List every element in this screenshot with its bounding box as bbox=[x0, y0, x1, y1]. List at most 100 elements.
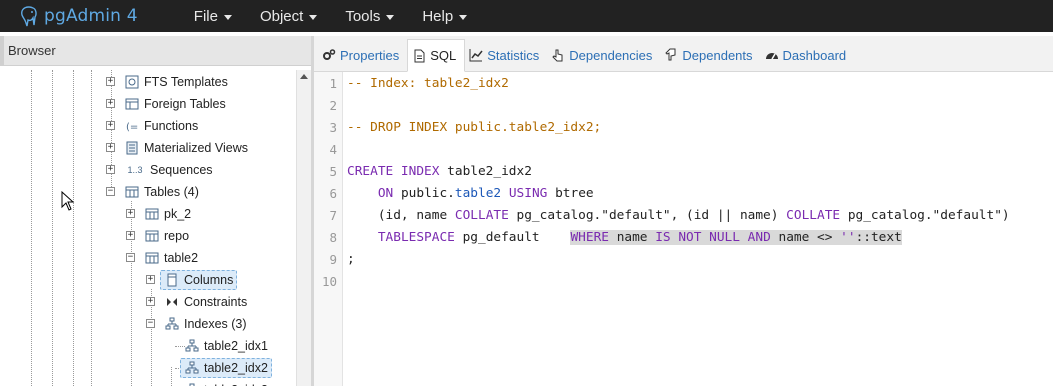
collapse-minus-icon[interactable]: − bbox=[146, 319, 155, 328]
code-line-1: -- Index: table2_idx2 bbox=[347, 74, 509, 94]
tab-dependents[interactable]: Dependents bbox=[660, 39, 760, 71]
tab-label: Dashboard bbox=[782, 47, 847, 63]
sql-text: name <> bbox=[770, 230, 841, 245]
collapse-minus-icon[interactable]: − bbox=[106, 187, 115, 196]
scroll-up-arrow-icon[interactable] bbox=[300, 74, 308, 79]
menu-file[interactable]: File bbox=[182, 0, 248, 32]
sql-keyword: IS NOT NULL AND bbox=[655, 230, 771, 245]
foreign-table-icon bbox=[124, 96, 140, 112]
table-icon bbox=[144, 250, 160, 266]
tree-node-label: Foreign Tables bbox=[144, 97, 226, 111]
object-tree: + FTS Templates + Foreign Tables + (=) F… bbox=[0, 70, 296, 386]
line-number: 5 bbox=[329, 164, 337, 179]
sql-text: public. bbox=[393, 186, 455, 201]
tree-scrollbar[interactable] bbox=[296, 70, 311, 386]
tree-node-columns[interactable]: + Columns bbox=[146, 269, 238, 291]
columns-icon bbox=[164, 272, 180, 288]
tree-node-foreign-tables[interactable]: + Foreign Tables bbox=[106, 93, 226, 115]
tree-node-table2-idx2[interactable]: table2_idx2 bbox=[180, 357, 272, 379]
tree-node-fts-templates[interactable]: + FTS Templates bbox=[106, 71, 228, 93]
expand-plus-icon[interactable]: + bbox=[146, 275, 155, 284]
tree-guide-line bbox=[52, 70, 53, 386]
tree-node-tables[interactable]: − Tables (4) bbox=[106, 181, 199, 203]
index-collection-icon bbox=[164, 316, 180, 332]
tree-node-pk-2[interactable]: + pk_2 bbox=[126, 203, 191, 225]
expand-plus-icon[interactable]: + bbox=[106, 99, 115, 108]
tree-guide-line bbox=[91, 70, 92, 386]
menu-tools-label: Tools bbox=[345, 7, 381, 25]
caret-down-icon bbox=[459, 15, 468, 20]
line-number: 3 bbox=[329, 120, 337, 135]
file-text-icon bbox=[414, 49, 425, 62]
expand-plus-icon[interactable]: + bbox=[126, 209, 135, 218]
brand-name: pgAdmin 4 bbox=[44, 6, 138, 26]
sql-keyword: ON bbox=[377, 186, 394, 201]
mouse-cursor-icon bbox=[61, 191, 75, 211]
expand-plus-icon[interactable]: + bbox=[146, 297, 155, 306]
tab-statistics[interactable]: Statistics bbox=[465, 39, 547, 71]
code-line-3: -- DROP INDEX public.table2_idx2; bbox=[347, 118, 601, 138]
sql-keyword: TABLESPACE bbox=[377, 230, 455, 245]
sql-highlighted-where: WHERE name IS NOT NULL AND name <> ''::t… bbox=[570, 230, 902, 245]
tab-dashboard[interactable]: Dashboard bbox=[761, 39, 855, 71]
line-number: 9 bbox=[329, 252, 337, 267]
gears-icon bbox=[323, 49, 336, 60]
sql-comment: -- Index: table2_idx2 bbox=[347, 76, 509, 91]
line-number: 2 bbox=[329, 98, 337, 113]
menu-help[interactable]: Help bbox=[410, 0, 483, 32]
sql-text: name bbox=[608, 230, 656, 245]
tree-node-label: pk_2 bbox=[164, 207, 192, 221]
tree-node-indexes[interactable]: − Indexes (3) bbox=[146, 313, 247, 335]
expand-plus-icon[interactable]: + bbox=[106, 121, 115, 130]
tab-dependencies[interactable]: Dependencies bbox=[547, 39, 660, 71]
tree-node-label: table2 bbox=[164, 251, 199, 265]
detail-tabs: Properties SQL Statistics Dependencies D… bbox=[314, 36, 1053, 72]
menu-tools[interactable]: Tools bbox=[333, 0, 410, 32]
tree-node-repo[interactable]: + repo bbox=[126, 225, 189, 247]
tree-node-materialized-views[interactable]: + Materialized Views bbox=[106, 137, 248, 159]
sql-text: pg_catalog."default") bbox=[840, 208, 1010, 223]
tree-node-table2[interactable]: − table2 bbox=[126, 247, 198, 269]
tree-node-table2-idx1[interactable]: table2_idx1 bbox=[184, 335, 268, 357]
tree-node-label: repo bbox=[164, 229, 190, 243]
tree-node-sequences[interactable]: + 1..3 Sequences bbox=[106, 159, 213, 181]
menu-file-label: File bbox=[193, 7, 218, 25]
expand-plus-icon[interactable]: + bbox=[106, 77, 115, 86]
sql-keyword: COLLATE bbox=[454, 208, 509, 223]
sql-editor[interactable]: 1 2 3 4 5 6 7 8 9 10 -- Index: table2_id… bbox=[314, 72, 1053, 386]
code-line-8: TABLESPACE pg_default WHERE name IS NOT … bbox=[347, 228, 902, 248]
menu-object[interactable]: Object bbox=[248, 0, 333, 32]
sql-keyword: WHERE bbox=[570, 230, 609, 245]
tab-properties[interactable]: Properties bbox=[318, 39, 407, 71]
browser-panel-header[interactable]: Browser bbox=[0, 36, 311, 66]
sql-text: ; bbox=[347, 252, 355, 267]
tree-node-table2-idx3[interactable]: table2_idx3 bbox=[184, 379, 268, 386]
dashboard-gauge-icon bbox=[765, 53, 778, 60]
code-line-7: (id, name COLLATE pg_catalog."default", … bbox=[347, 206, 1010, 226]
table-icon bbox=[144, 206, 160, 222]
caret-down-icon bbox=[386, 15, 395, 20]
top-navbar: pgAdmin 4 File Object Tools Help bbox=[0, 0, 1053, 32]
sql-text: btree bbox=[547, 186, 594, 201]
index-icon bbox=[184, 338, 200, 354]
code-line-9: ; bbox=[347, 250, 355, 270]
sql-text: pg_default bbox=[454, 230, 571, 245]
tree-node-constraints[interactable]: + Constraints bbox=[146, 291, 247, 313]
tree-node-selected-highlight: table2_idx2 bbox=[180, 358, 272, 378]
sql-keyword: CREATE INDEX bbox=[347, 164, 440, 179]
tree-node-functions[interactable]: + (=) Functions bbox=[106, 115, 198, 137]
sql-text: (id, name bbox=[347, 208, 455, 223]
line-number: 1 bbox=[329, 76, 337, 91]
fts-template-icon bbox=[124, 74, 140, 90]
tab-sql[interactable]: SQL bbox=[407, 39, 466, 72]
expand-plus-icon[interactable]: + bbox=[106, 165, 115, 174]
expand-plus-icon[interactable]: + bbox=[106, 143, 115, 152]
code-line-6: ON public.table2 USING btree bbox=[347, 184, 594, 204]
expand-plus-icon[interactable]: + bbox=[126, 231, 135, 240]
brand[interactable]: pgAdmin 4 bbox=[0, 0, 138, 32]
tab-label: Dependents bbox=[682, 47, 753, 63]
collapse-minus-icon[interactable]: − bbox=[126, 253, 135, 262]
